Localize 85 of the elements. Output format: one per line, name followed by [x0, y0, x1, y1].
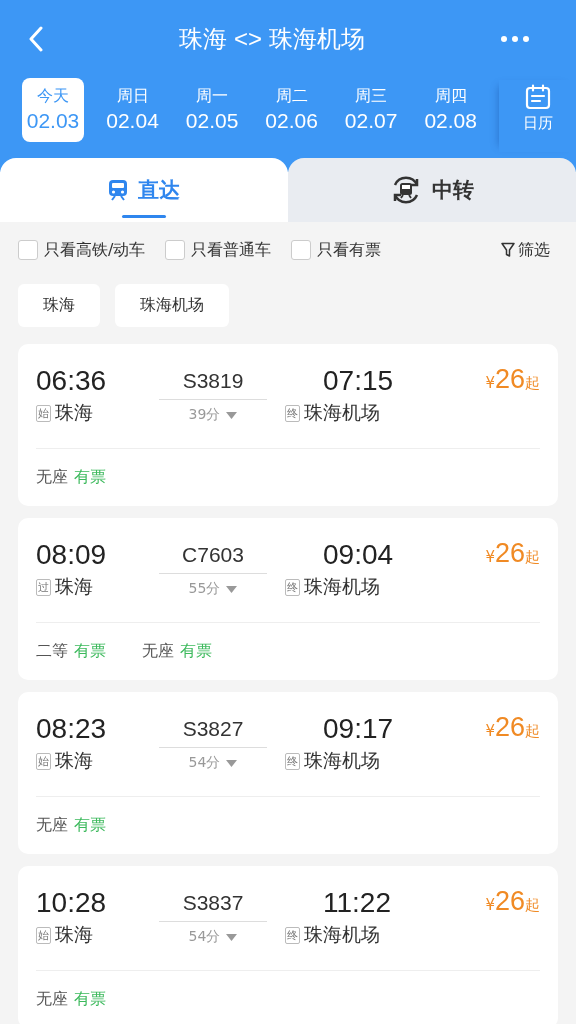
date-tab[interactable]: 今天 02.03: [22, 78, 85, 142]
filter-button[interactable]: 筛选: [501, 239, 550, 261]
price-label: ¥26起: [485, 712, 540, 744]
station-tag: 终: [285, 752, 300, 770]
checkbox-label: 只看普通车: [191, 239, 272, 261]
tab[interactable]: 中转: [288, 158, 576, 222]
arrival-time: 11:22: [322, 886, 392, 920]
date-label: 02.04: [106, 108, 159, 134]
date-label: 02.07: [344, 108, 398, 134]
date-tab[interactable]: 周二 02.06: [260, 78, 323, 142]
seat-availability: 无座 有票: [36, 814, 106, 836]
departure-time: 10:28: [36, 886, 108, 920]
duration-label[interactable]: 54分: [188, 928, 221, 946]
checkbox[interactable]: [165, 240, 186, 260]
weekday-label: 周日: [116, 85, 149, 107]
weekday-label: 周四: [434, 85, 467, 107]
departure-station: 珠海: [55, 400, 93, 425]
departure-time: 06:36: [36, 364, 108, 398]
train-card[interactable]: 08:23 始 珠海 S3827 54分 09:17 终 珠海机场 ¥26起 无座 有票: [18, 692, 558, 854]
date-tab[interactable]: 周日 02.04: [101, 78, 164, 142]
checkbox-label: 只看高铁/动车: [44, 239, 146, 261]
duration-label[interactable]: 55分: [188, 580, 221, 598]
arrival-time: 07:15: [322, 364, 395, 398]
seat-availability: 无座 有票: [142, 640, 212, 662]
station-chip[interactable]: 珠海机场: [115, 284, 229, 327]
station-tag: 终: [285, 404, 300, 422]
departure-station: 珠海: [55, 574, 93, 599]
date-label: 02.05: [185, 108, 239, 134]
calendar-button[interactable]: 日历: [499, 80, 576, 152]
dropdown-icon[interactable]: [226, 759, 238, 767]
train-icon: [108, 179, 128, 201]
weekday-label: 今天: [37, 85, 69, 107]
train-card[interactable]: 10:28 始 珠海 S3837 54分 11:22 终 珠海机场 ¥26起 无座 有票: [18, 866, 558, 1024]
arrival-time: 09:17: [322, 712, 395, 746]
station-tag: 终: [285, 926, 300, 944]
tab[interactable]: 直达: [0, 158, 288, 222]
station-tag: 终: [285, 578, 300, 596]
arrival-station: 珠海机场: [304, 748, 380, 773]
departure-station: 珠海: [55, 748, 93, 773]
dropdown-icon[interactable]: [226, 411, 238, 419]
dropdown-icon[interactable]: [226, 585, 238, 593]
departure-time: 08:09: [36, 538, 108, 572]
page-title: 珠海 <> 珠海机场: [179, 24, 365, 54]
station-chip[interactable]: 珠海: [18, 284, 100, 327]
train-number: S3819: [182, 368, 244, 394]
station-tag: 过: [36, 578, 51, 596]
duration-label[interactable]: 54分: [188, 754, 221, 772]
date-tab[interactable]: 周一 02.05: [181, 78, 244, 142]
seat-availability: 二等 有票: [36, 640, 106, 662]
departure-time: 08:23: [36, 712, 108, 746]
price-label: ¥26起: [485, 538, 540, 570]
arrival-time: 09:04: [322, 538, 395, 572]
seat-availability: 无座 有票: [36, 988, 106, 1010]
train-number: C7603: [182, 542, 244, 568]
duration-label[interactable]: 39分: [188, 406, 221, 424]
arrival-station: 珠海机场: [304, 400, 380, 425]
more-icon[interactable]: [500, 35, 530, 43]
station-tag: 始: [36, 404, 51, 422]
station-tag: 始: [36, 752, 51, 770]
arrival-station: 珠海机场: [304, 922, 380, 947]
back-icon[interactable]: [28, 26, 44, 52]
train-number: S3837: [182, 890, 244, 916]
train-card[interactable]: 06:36 始 珠海 S3819 39分 07:15 终 珠海机场 ¥26起 无座 有票: [18, 344, 558, 506]
price-label: ¥26起: [485, 364, 540, 396]
date-tab[interactable]: 周三 02.07: [340, 78, 403, 142]
date-label: 02.08: [424, 108, 477, 134]
weekday-label: 周二: [275, 85, 308, 107]
weekday-label: 周三: [355, 85, 388, 107]
arrival-station: 珠海机场: [304, 574, 380, 599]
date-label: 02.06: [265, 108, 318, 134]
departure-station: 珠海: [55, 922, 93, 947]
train-number: S3827: [182, 716, 244, 742]
date-label: 02.03: [26, 108, 80, 134]
calendar-icon: [524, 84, 551, 110]
price-label: ¥26起: [485, 886, 540, 918]
weekday-label: 周一: [196, 85, 229, 107]
seat-availability: 无座 有票: [36, 466, 106, 488]
checkbox[interactable]: [291, 240, 312, 260]
station-tag: 始: [36, 926, 51, 944]
date-tab[interactable]: 周四 02.08: [419, 78, 482, 142]
train-card[interactable]: 08:09 过 珠海 C7603 55分 09:04 终 珠海机场 ¥26起 二等 有票 无座 有票: [18, 518, 558, 680]
dropdown-icon[interactable]: [226, 933, 238, 941]
checkbox-label: 只看有票: [317, 239, 382, 261]
checkbox[interactable]: [18, 240, 38, 260]
filter-icon: [501, 242, 515, 258]
